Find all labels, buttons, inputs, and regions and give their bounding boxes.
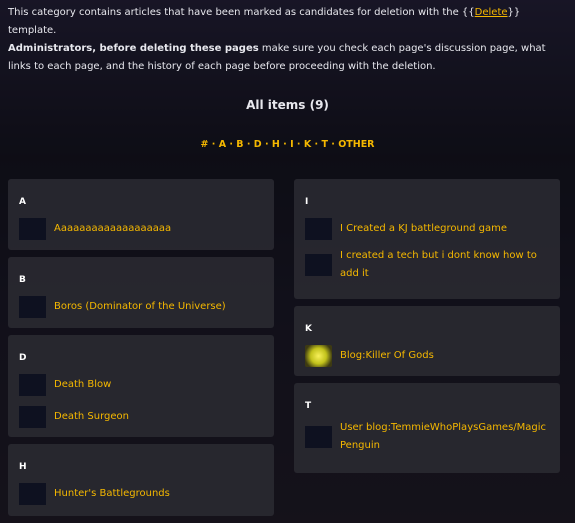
list-item: Death Surgeon xyxy=(19,403,263,431)
page-link[interactable]: I created a tech but i dont know how to … xyxy=(340,247,549,283)
nav-letter-other[interactable]: OTHER xyxy=(338,139,374,150)
page-link[interactable]: User blog:TemmieWhoPlaysGames/Magic Peng… xyxy=(340,419,549,455)
category-group-h: H Hunter's Battlegrounds xyxy=(8,444,274,516)
page-thumbnail[interactable] xyxy=(305,254,332,276)
category-description: This category contains articles that hav… xyxy=(8,4,567,40)
page-thumbnail[interactable] xyxy=(19,296,46,318)
category-group-k: K Blog:Killer Of Gods xyxy=(294,306,560,376)
nav-letter-k[interactable]: K xyxy=(304,139,311,150)
page-link[interactable]: I Created a KJ battleground game xyxy=(340,220,507,238)
nav-letter-d[interactable]: D xyxy=(254,139,262,150)
nav-letter-i[interactable]: I xyxy=(290,139,294,150)
nav-letter-h[interactable]: H xyxy=(272,139,280,150)
nav-letter-b[interactable]: B xyxy=(236,139,243,150)
category-group-a: A Aaaaaaaaaaaaaaaaaaa xyxy=(8,179,274,250)
left-column: A Aaaaaaaaaaaaaaaaaaa B Boros (Dominator… xyxy=(8,179,274,523)
page-thumbnail[interactable] xyxy=(19,483,46,505)
list-item: User blog:TemmieWhoPlaysGames/Magic Peng… xyxy=(305,419,549,455)
description-text-1: This category contains articles that hav… xyxy=(8,7,475,18)
group-letter: T xyxy=(305,401,312,411)
list-item: I created a tech but i dont know how to … xyxy=(305,247,549,283)
group-letter: B xyxy=(19,275,26,285)
page-link[interactable]: Death Surgeon xyxy=(54,408,129,426)
list-item: I Created a KJ battleground game xyxy=(305,215,549,243)
group-letter: A xyxy=(19,197,26,207)
list-item: Boros (Dominator of the Universe) xyxy=(19,293,263,321)
list-item: Hunter's Battlegrounds xyxy=(19,480,263,508)
page-link[interactable]: Blog:Killer Of Gods xyxy=(340,347,434,365)
group-letter: K xyxy=(305,324,312,334)
category-group-t: T User blog:TemmieWhoPlaysGames/Magic Pe… xyxy=(294,383,560,473)
letter-navigation: # · A · B · D · H · I · K · T · OTHER xyxy=(200,139,375,150)
page-thumbnail[interactable] xyxy=(305,426,332,448)
admin-instructions-bold: Administrators, before deleting these pa… xyxy=(8,43,259,54)
group-letter: I xyxy=(305,197,309,207)
nav-letter-t[interactable]: T xyxy=(321,139,327,150)
all-items-heading: All items (9) xyxy=(246,98,329,112)
right-column: I I Created a KJ battleground game I cre… xyxy=(294,179,560,480)
nav-letter-hash[interactable]: # xyxy=(200,139,208,150)
group-letter: H xyxy=(19,462,27,472)
list-item: Blog:Killer Of Gods xyxy=(305,342,549,370)
group-letter: D xyxy=(19,353,27,363)
page-link[interactable]: Death Blow xyxy=(54,376,111,394)
page-link[interactable]: Boros (Dominator of the Universe) xyxy=(54,298,226,316)
page-thumbnail[interactable] xyxy=(19,374,46,396)
page-link[interactable]: Hunter's Battlegrounds xyxy=(54,485,170,503)
page-thumbnail[interactable] xyxy=(305,218,332,240)
page-thumbnail[interactable] xyxy=(19,406,46,428)
nav-letter-a[interactable]: A xyxy=(219,139,226,150)
category-group-b: B Boros (Dominator of the Universe) xyxy=(8,257,274,328)
page-thumbnail[interactable] xyxy=(19,218,46,240)
category-page: This category contains articles that hav… xyxy=(0,0,575,523)
delete-template-link[interactable]: Delete xyxy=(475,7,508,18)
list-item: Death Blow xyxy=(19,371,263,399)
page-link[interactable]: Aaaaaaaaaaaaaaaaaaa xyxy=(54,220,171,238)
admin-instructions: Administrators, before deleting these pa… xyxy=(8,40,567,76)
category-group-i: I I Created a KJ battleground game I cre… xyxy=(294,179,560,299)
category-group-d: D Death Blow Death Surgeon xyxy=(8,335,274,437)
blog-avatar-icon[interactable] xyxy=(305,345,332,367)
list-item: Aaaaaaaaaaaaaaaaaaa xyxy=(19,215,263,243)
